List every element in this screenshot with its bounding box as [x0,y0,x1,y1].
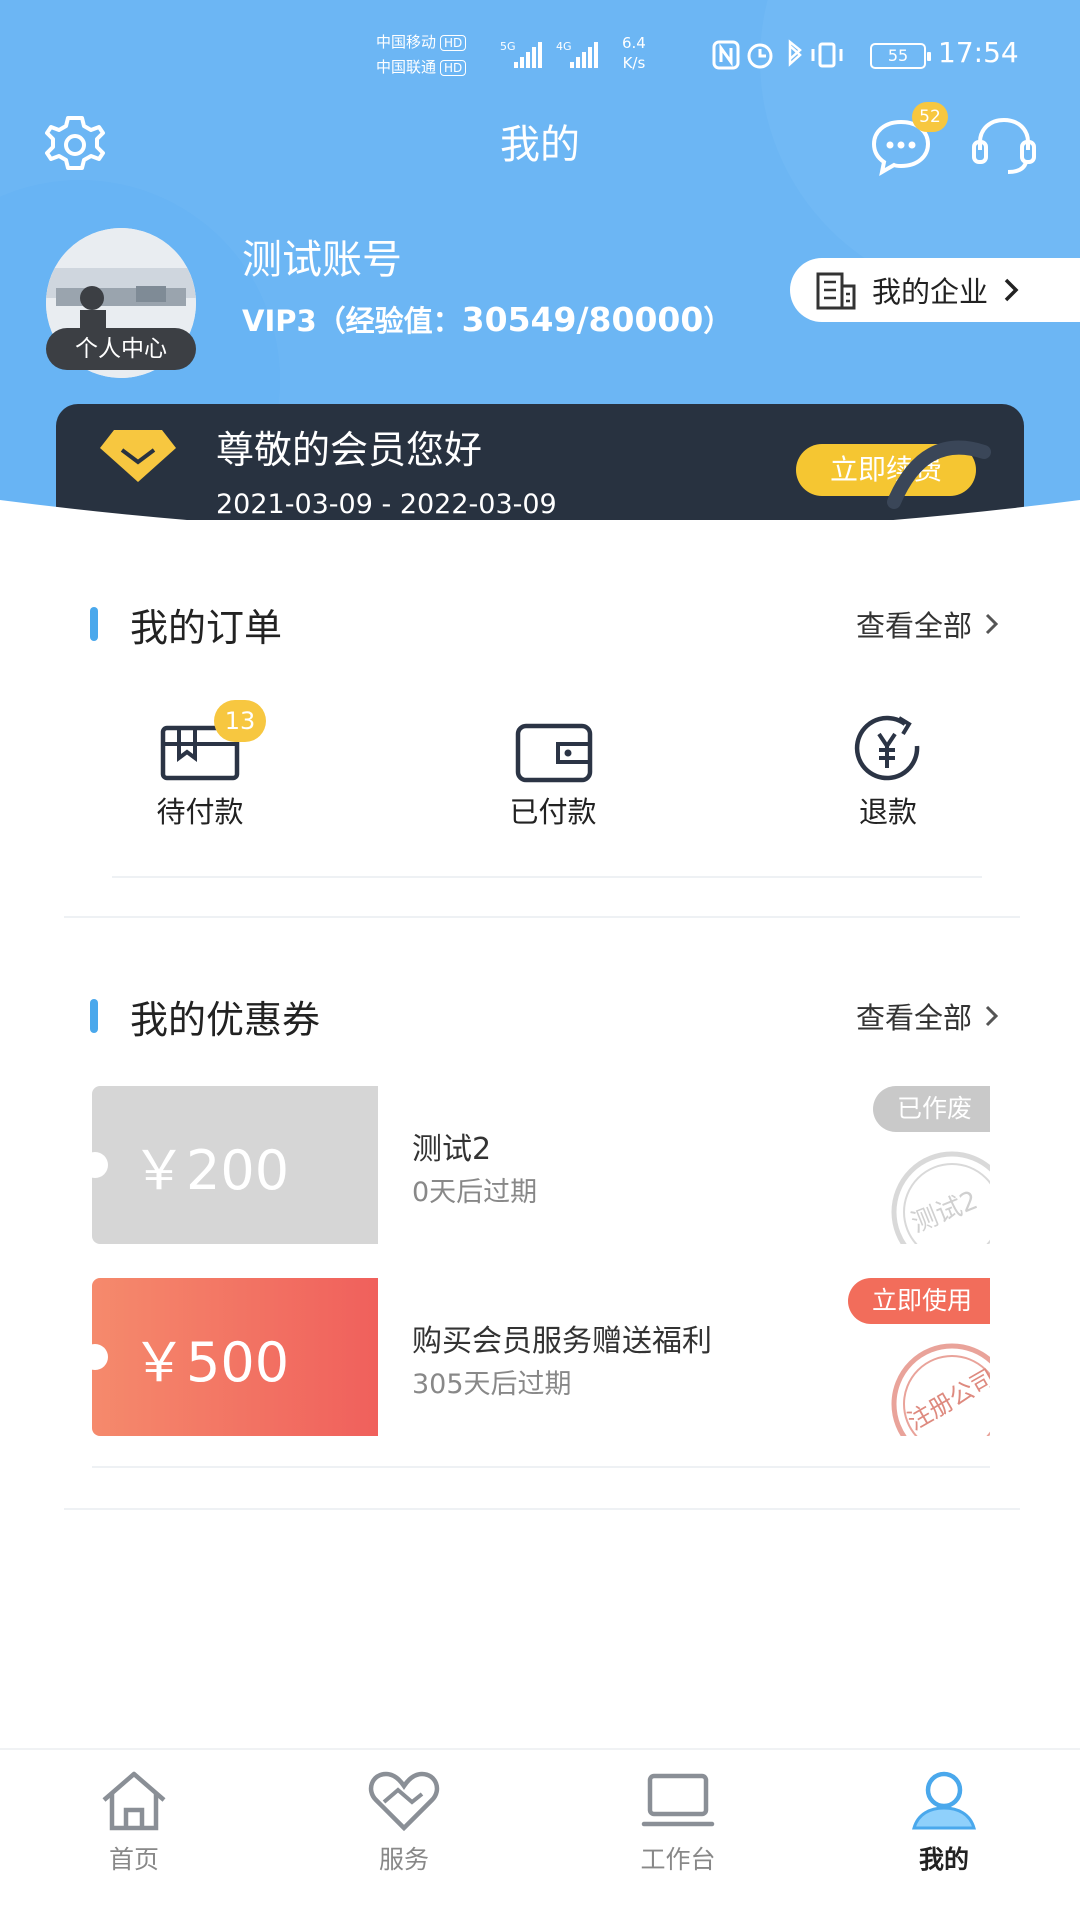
customer-service-button[interactable] [968,112,1040,178]
coupon-card[interactable]: ￥500 购买会员服务赠送福利 305天后过期 立即使用 注册公司 [82,1278,990,1436]
vip-level: VIP3（经验值：30549/80000） [242,300,732,341]
status-bar: 中国移动 HD 中国联通 HD 5G 4G 6.4 K/s 55 17:54 [0,0,1080,110]
orders-title: 我的订单 [130,605,283,650]
chevron-right-icon [1004,278,1019,302]
tab-workbench[interactable]: 工作台 [608,1766,748,1878]
section-accent-bar [90,999,98,1033]
tab-workbench-label: 工作台 [640,1845,716,1874]
order-refund-label: 退款 [858,795,917,829]
enterprise-label: 我的企业 [872,275,989,309]
carrier-info: 中国移动 HD 中国联通 HD [376,30,467,80]
order-pending-label: 待付款 [156,795,244,829]
coupon-amount-stub: ￥500 [92,1278,378,1436]
coupon-stamp-graphic: 测试2 [891,1151,990,1244]
svg-text:测试2: 测试2 [907,1186,982,1239]
gear-icon [45,116,105,170]
tab-service[interactable]: 服务 [334,1766,474,1878]
tab-home[interactable]: 首页 [64,1766,204,1878]
coupon-notch [82,1152,108,1178]
system-icons [712,38,862,79]
experience-value: 30549/80000 [461,300,704,339]
vip-level-text: VIP3（经验值： [242,304,462,338]
building-icon [816,272,856,310]
carrier-1: 中国移动 [376,33,437,51]
signal-5g-icon: 5G [500,38,546,73]
coupons-title: 我的优惠券 [130,997,321,1042]
carrier-2: 中国联通 [376,58,437,76]
message-count-badge: 52 [912,102,948,132]
coupon-card[interactable]: ￥200 测试2 0天后过期 已作废 测试2 [82,1086,990,1244]
chevron-right-icon [985,613,999,635]
tab-home-label: 首页 [108,1845,159,1874]
my-enterprise-button[interactable]: 我的企业 [790,258,1080,322]
tab-service-label: 服务 [378,1845,429,1874]
header-curve [0,500,1080,570]
speed-unit: K/s [622,54,646,72]
username: 测试账号 [242,237,402,283]
use-now-button[interactable]: 立即使用 [847,1278,990,1324]
refund-icon [843,708,933,788]
nfc-alarm-bluetooth-vibrate-icon [712,39,843,70]
divider [92,1466,990,1468]
pending-payment-badge: 13 [214,700,266,742]
order-refund[interactable]: 退款 [808,708,968,832]
bottom-tab-bar: 首页 服务 工作台 我的 [0,1748,1080,1920]
personal-center-label[interactable]: 个人中心 [46,328,196,370]
order-paid-label: 已付款 [509,795,597,829]
settings-button[interactable] [40,112,110,178]
coupon-expiry: 0天后过期 [412,1177,538,1208]
orders-section-header: 我的订单 查看全部 [90,594,1000,654]
view-all-label: 查看全部 [855,1001,972,1035]
profile-icon [912,1771,976,1830]
divider [64,916,1020,918]
tab-mine[interactable]: 我的 [874,1766,1014,1878]
hd-badge: HD [440,60,467,76]
service-heart-icon [368,1771,440,1832]
svg-text:注册公司: 注册公司 [903,1364,990,1436]
divider [64,1508,1020,1510]
section-accent-bar [90,607,98,641]
speed-value: 6.4 [622,34,646,52]
orders-view-all-link[interactable]: 查看全部 [856,594,1000,654]
chevron-right-icon [985,1005,999,1027]
wallet-icon [508,708,598,788]
signal-4g-icon: 4G [556,38,602,73]
tab-mine-label: 我的 [918,1845,969,1874]
order-paid[interactable]: 已付款 [473,708,633,832]
vip-suffix: ） [703,304,733,338]
workbench-icon [641,1773,715,1827]
divider [112,876,982,878]
clock: 17:54 [938,36,1019,69]
view-all-label: 查看全部 [855,609,972,643]
battery-icon: 55 [870,43,931,69]
coupon-expiry: 305天后过期 [412,1369,572,1400]
coupon-name: 测试2 [412,1132,492,1167]
hd-badge: HD [440,35,467,51]
svg-text:5G: 5G [500,40,516,53]
network-speed: 6.4 K/s [622,33,646,73]
coupon-stamp-graphic: 注册公司 [891,1343,990,1436]
home-icon [102,1771,166,1831]
coupons-section-header: 我的优惠券 查看全部 [90,986,1000,1046]
svg-text:4G: 4G [556,40,572,53]
coupon-name: 购买会员服务赠送福利 [412,1324,712,1359]
coupon-notch [82,1344,108,1370]
coupons-view-all-link[interactable]: 查看全部 [856,986,1000,1046]
coupon-void-tag: 已作废 [872,1086,990,1132]
headset-icon [972,117,1036,174]
coupon-amount-stub: ￥200 [92,1086,378,1244]
